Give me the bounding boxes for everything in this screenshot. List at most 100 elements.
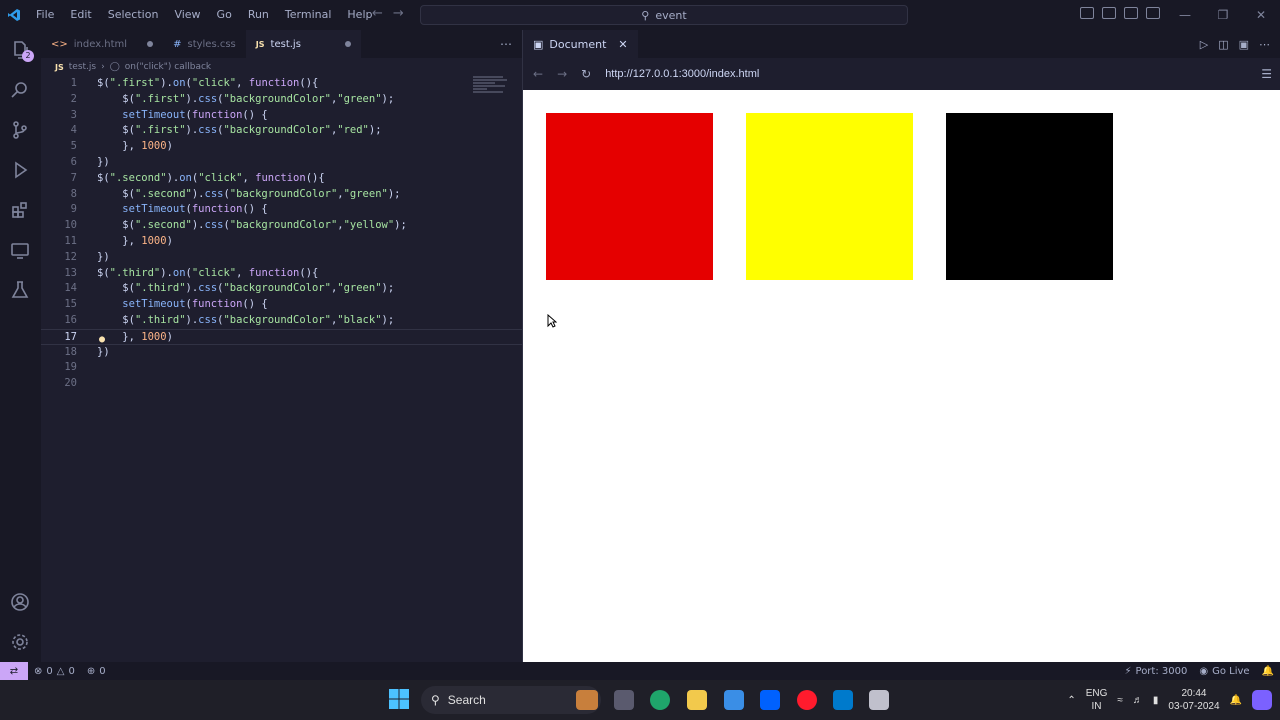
menu-terminal[interactable]: Terminal <box>277 0 340 30</box>
tab-index-html[interactable]: <> index.html <box>41 30 163 58</box>
code-line[interactable]: 14 $(".third").css("backgroundColor","gr… <box>41 281 522 297</box>
microsoft-store-icon[interactable] <box>724 690 744 710</box>
opera-browser-icon[interactable] <box>797 690 817 710</box>
code-line[interactable]: 5 }, 1000) <box>41 139 522 155</box>
breadcrumb-symbol[interactable]: on("click") callback <box>125 62 211 72</box>
windows-start-icon[interactable] <box>389 689 409 709</box>
language-indicator[interactable]: ENG IN <box>1086 687 1108 713</box>
forward-arrow-icon[interactable]: → <box>557 67 567 81</box>
menu-run[interactable]: Run <box>240 0 277 30</box>
settings-gear-icon[interactable] <box>8 630 32 654</box>
explorer-icon[interactable]: 2 <box>8 38 34 62</box>
code-line[interactable]: 3 setTimeout(function() { <box>41 108 522 124</box>
tab-styles-css[interactable]: # styles.css <box>163 30 246 58</box>
toggle-panel-icon[interactable] <box>1102 7 1116 19</box>
split-editor-icon[interactable]: ◫ <box>1218 38 1228 51</box>
go-live-button[interactable]: ◉ Go Live <box>1193 666 1255 677</box>
problems-indicator[interactable]: ⊗ 0 △ 0 <box>28 666 81 677</box>
lock-icon[interactable]: ▣ <box>1239 38 1249 51</box>
run-debug-icon[interactable] <box>8 158 32 182</box>
account-icon[interactable] <box>8 590 32 614</box>
menu-selection[interactable]: Selection <box>100 0 167 30</box>
code-line[interactable]: 9 setTimeout(function() { <box>41 202 522 218</box>
box-third[interactable] <box>946 113 1113 280</box>
remote-indicator-icon[interactable]: ⇄ <box>0 662 28 680</box>
search-icon[interactable] <box>8 78 32 102</box>
edge-browser-icon[interactable] <box>650 690 670 710</box>
copilot-icon[interactable] <box>1252 690 1272 710</box>
snipping-tool-icon[interactable] <box>869 690 889 710</box>
reload-icon[interactable]: ↻ <box>581 67 591 81</box>
js-file-icon: JS <box>55 62 64 72</box>
unsaved-dot-icon <box>147 41 154 47</box>
more-actions-icon[interactable]: ⋯ <box>1259 38 1270 51</box>
minimize-icon[interactable]: — <box>1166 0 1204 30</box>
battery-icon[interactable]: ▮ <box>1153 695 1159 706</box>
widget-icon[interactable] <box>576 690 598 710</box>
code-line[interactable]: 1 $(".first").on("click", function(){ <box>41 76 522 92</box>
tab-test-js[interactable]: JS test.js <box>245 30 361 58</box>
code-line[interactable]: 15 setTimeout(function() { <box>41 297 522 313</box>
extensions-icon[interactable] <box>8 198 32 222</box>
notification-bell-icon[interactable]: 🔔 <box>1230 695 1242 706</box>
code-line[interactable]: 19 <box>41 360 522 376</box>
code-line[interactable]: 16 $(".third").css("backgroundColor","bl… <box>41 313 522 329</box>
forward-arrow-icon[interactable]: → <box>393 6 404 21</box>
chevron-up-icon[interactable]: ⌃ <box>1067 695 1075 706</box>
code-line[interactable]: 4 $(".first").css("backgroundColor","red… <box>41 123 522 139</box>
menu-view[interactable]: View <box>166 0 208 30</box>
task-view-icon[interactable] <box>614 690 634 710</box>
menu-go[interactable]: Go <box>209 0 240 30</box>
code-line[interactable]: 2 $(".first").css("backgroundColor","gre… <box>41 92 522 108</box>
line-number: 1 <box>70 77 77 89</box>
code-editor[interactable]: 1 $(".first").on("click", function(){2 $(… <box>41 76 522 392</box>
taskbar-search[interactable]: ⚲ Search <box>421 686 601 714</box>
command-center[interactable]: ⚲ event <box>420 5 908 25</box>
wifi-icon[interactable]: ≈ <box>1117 695 1123 706</box>
back-arrow-icon[interactable]: ← <box>372 6 383 21</box>
menu-edit[interactable]: Edit <box>62 0 99 30</box>
url-input[interactable]: http://127.0.0.1:3000/index.html <box>605 68 759 80</box>
menu-file[interactable]: File <box>28 0 62 30</box>
code-line[interactable]: 11 }, 1000) <box>41 234 522 250</box>
tab-document[interactable]: ▣ Document ✕ <box>523 30 638 58</box>
code-line[interactable]: 12}) <box>41 250 522 266</box>
close-tab-icon[interactable]: ✕ <box>618 38 627 51</box>
source-control-icon[interactable] <box>8 118 32 142</box>
preview-tab-bar: ▣ Document ✕ ▷ ◫ ▣ ⋯ <box>523 30 1280 58</box>
dropbox-icon[interactable] <box>760 690 780 710</box>
volume-icon[interactable]: ♬ <box>1133 695 1143 706</box>
code-text: $(".second").on("click", function(){ <box>97 171 325 187</box>
code-line[interactable]: 10 $(".second").css("backgroundColor","y… <box>41 218 522 234</box>
notifications-bell-icon[interactable]: 🔔 <box>1256 666 1280 677</box>
minimap[interactable] <box>473 76 509 100</box>
file-explorer-icon[interactable] <box>687 690 707 710</box>
box-second[interactable] <box>746 113 913 280</box>
ports-indicator[interactable]: ⊕ 0 <box>81 666 112 677</box>
restore-icon[interactable]: ❐ <box>1204 0 1242 30</box>
code-line[interactable]: 18}) <box>41 345 522 361</box>
remote-explorer-icon[interactable] <box>8 238 32 262</box>
code-line[interactable]: 6}) <box>41 155 522 171</box>
run-icon[interactable]: ▷ <box>1200 38 1208 51</box>
more-actions-icon[interactable]: ⋯ <box>490 30 522 58</box>
back-arrow-icon[interactable]: ← <box>533 67 543 81</box>
testing-icon[interactable] <box>8 278 32 302</box>
code-line[interactable]: 7 $(".second").on("click", function(){ <box>41 171 522 187</box>
port-indicator[interactable]: ⚡ Port: 3000 <box>1118 666 1193 677</box>
clock[interactable]: 20:44 03-07-2024 <box>1168 687 1219 713</box>
search-icon: ⚲ <box>431 693 440 707</box>
toggle-sidebar-icon[interactable] <box>1080 7 1094 19</box>
code-line[interactable]: 17 ● }, 1000) <box>41 328 522 345</box>
vscode-taskbar-icon[interactable] <box>833 690 853 710</box>
code-line[interactable]: 13 $(".third").on("click", function(){ <box>41 266 522 282</box>
js-file-icon: JS <box>255 39 265 49</box>
close-window-icon[interactable]: ✕ <box>1242 0 1280 30</box>
code-line[interactable]: 20 <box>41 376 522 392</box>
toggle-secondary-sidebar-icon[interactable] <box>1124 7 1138 19</box>
code-line[interactable]: 8 $(".second").css("backgroundColor","gr… <box>41 187 522 203</box>
hamburger-menu-icon[interactable]: ☰ <box>1261 67 1280 81</box>
box-first[interactable] <box>546 113 713 280</box>
breadcrumb-file[interactable]: test.js <box>69 62 96 72</box>
customize-layout-icon[interactable] <box>1146 7 1160 19</box>
